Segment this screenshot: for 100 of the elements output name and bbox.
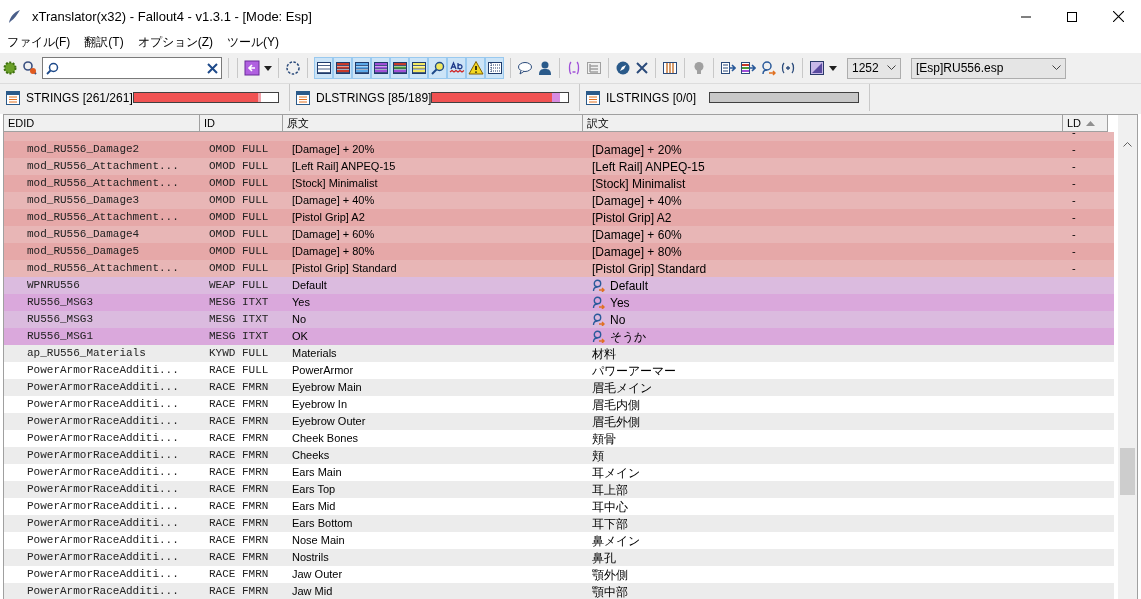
compass-icon[interactable] (615, 60, 631, 76)
table-row[interactable]: RU556_MSG3 MESG ITXT No No (4, 311, 1114, 328)
table-cell-text: 頬骨 (592, 430, 616, 448)
table-row[interactable]: mod_RU556_Attachment... OMOD FULL [Pistol Grip] Standard [Pistol Grip] Standard - (4, 260, 1114, 277)
user-search-icon[interactable] (760, 60, 776, 76)
filter-toggle-button[interactable] (409, 57, 428, 79)
column-header[interactable]: 訳文 (583, 115, 1063, 132)
table-row[interactable]: mod_RU556_Attachment... OMOD FULL [Pistol Grip] A2 [Pistol Grip] A2 - (4, 209, 1114, 226)
filter-toggle-button[interactable] (333, 57, 352, 79)
menu-item[interactable]: ツール(Y) (220, 33, 286, 51)
table-cell-text: Eyebrow Main (291, 380, 363, 396)
table-cell-text: PowerArmorRaceAdditi... (26, 465, 180, 481)
filter-toggle-button[interactable] (352, 57, 371, 79)
table-row[interactable]: RU556_MSG1 MESG ITXT OK そうか (4, 328, 1114, 345)
table-cell-text: mod_RU556_Attachment... (26, 210, 180, 226)
chart-icon[interactable] (809, 60, 825, 76)
maximize-icon[interactable] (1067, 11, 1077, 22)
table-cell-text: OMOD FULL (208, 244, 270, 260)
table-row[interactable]: - (4, 132, 1114, 141)
add-parenthesis-icon[interactable] (780, 60, 796, 76)
tab-label: ILSTRINGS [0/0] (606, 89, 697, 107)
scroll-up-icon[interactable] (1123, 141, 1132, 147)
table-row[interactable]: mod_RU556_Attachment... OMOD FULL [Left Rail] ANPEQ-15 [Left Rail] ANPEQ-15 - (4, 158, 1114, 175)
table-cell-text: Eyebrow Outer (291, 414, 367, 430)
plugin-dropdown[interactable]: [Esp]RU556.esp (911, 57, 1066, 79)
table-cell-text: Nose Main (291, 533, 346, 549)
gear-icon[interactable] (2, 60, 18, 76)
table-cell-text: RACE FMRN (208, 533, 270, 549)
table-row[interactable]: PowerArmorRaceAdditi... RACE FMRN Nostrils 鼻孔 (4, 549, 1114, 566)
column-header[interactable]: ID (200, 115, 283, 132)
caret-icon[interactable] (264, 65, 272, 71)
vertical-scrollbar[interactable] (1118, 115, 1137, 599)
filter-toggle-button[interactable] (390, 57, 409, 79)
table-cell-text: Ears Main (291, 465, 343, 481)
list-icon (353, 60, 370, 76)
table-row[interactable]: PowerArmorRaceAdditi... RACE FMRN Eyebrow Outer 眉毛外側 (4, 413, 1114, 430)
export-list-icon[interactable] (720, 60, 736, 76)
list-icon (334, 60, 351, 76)
search-field[interactable] (42, 57, 222, 79)
menu-item[interactable]: オプション(Z) (130, 33, 220, 51)
column-header[interactable]: EDID (4, 115, 200, 132)
close-icon[interactable] (1112, 11, 1124, 22)
dotted-list-icon (486, 60, 503, 76)
table-row[interactable]: PowerArmorRaceAdditi... RACE FMRN Cheeks 頬 (4, 447, 1114, 464)
filter-toggle-button[interactable] (485, 57, 504, 79)
search-settings-icon[interactable] (22, 60, 38, 76)
table-cell-text: RACE FMRN (208, 448, 270, 464)
table-row[interactable]: PowerArmorRaceAdditi... RACE FMRN Jaw Mid 顎中部 (4, 583, 1114, 599)
export-colored-list-icon[interactable] (740, 60, 756, 76)
column-header[interactable]: 原文 (283, 115, 583, 132)
table-row[interactable]: PowerArmorRaceAdditi... RACE FMRN Eyebrow Main 眉毛メイン (4, 379, 1114, 396)
table-cell-text: Default (610, 277, 649, 295)
table-row[interactable]: mod_RU556_Damage2 OMOD FULL [Damage] + 20% [Damage] + 20% - (4, 141, 1114, 158)
table-cell-text: KYWD FULL (208, 346, 270, 362)
clear-icon[interactable] (207, 62, 218, 74)
table-row[interactable]: PowerArmorRaceAdditi... RACE FMRN Ears Top 耳上部 (4, 481, 1114, 498)
table-row[interactable]: mod_RU556_Damage5 OMOD FULL [Damage] + 80% [Damage] + 80% - (4, 243, 1114, 260)
dashed-circle-icon[interactable] (285, 60, 301, 76)
table-cell-text: 顎外側 (592, 566, 628, 584)
table-row[interactable]: ap_RU556_Materials KYWD FULL Materials 材料 (4, 345, 1114, 362)
columns-icon[interactable] (662, 60, 678, 76)
table-row[interactable]: PowerArmorRaceAdditi... RACE FMRN Ears Bottom 耳下部 (4, 515, 1114, 532)
table-cell-text: OMOD FULL (208, 193, 270, 209)
filter-toggle-button[interactable] (428, 57, 447, 79)
table-cell-text: Cheek Bones (291, 431, 360, 447)
codepage-dropdown[interactable]: 1252 (847, 57, 901, 79)
table-cell-text: PowerArmorRaceAdditi... (26, 380, 180, 396)
table-icon (6, 90, 20, 105)
list-icon (372, 60, 389, 76)
user-arrow-icon (592, 296, 605, 309)
delete-icon[interactable] (635, 61, 649, 75)
menu-item[interactable]: ファイル(F) (0, 33, 78, 51)
person-icon[interactable] (537, 60, 553, 76)
table-cell-text: - (1071, 210, 1077, 226)
table-cell-text: PowerArmorRaceAdditi... (26, 533, 180, 549)
table-cell-text: RACE FMRN (208, 380, 270, 396)
filter-toggle-button[interactable] (447, 57, 466, 79)
column-header[interactable]: LD (1063, 115, 1108, 132)
caret-icon[interactable] (829, 65, 837, 71)
filter-toggle-button[interactable] (314, 57, 333, 79)
minimize-icon[interactable] (1021, 15, 1031, 18)
table-row[interactable]: WPNRU556 WEAP FULL Default Default (4, 277, 1114, 294)
table-cell-text: PowerArmorRaceAdditi... (26, 482, 180, 498)
table-cell-text: RU556_MSG3 (26, 312, 94, 328)
menu-item[interactable]: 翻訳(T) (77, 33, 131, 51)
table-cell-text: mod_RU556_Damage4 (26, 227, 141, 243)
scrollbar-thumb[interactable] (1120, 448, 1135, 495)
filter-toggle-button[interactable] (371, 57, 390, 79)
filter-toggle-button[interactable] (466, 57, 485, 79)
table-row[interactable]: RU556_MSG3 MESG ITXT Yes Yes (4, 294, 1114, 311)
table-row[interactable]: mod_RU556_Damage3 OMOD FULL [Damage] + 40% [Damage] + 40% - (4, 192, 1114, 209)
brackets-icon[interactable] (566, 60, 582, 76)
table-cell-text: mod_RU556_Damage3 (26, 193, 141, 209)
table-cell-text: パワーアーマー (592, 362, 676, 380)
search-icon (46, 61, 59, 75)
table-cell-text: 眉毛外側 (592, 413, 640, 431)
table-row[interactable]: mod_RU556_Damage4 OMOD FULL [Damage] + 60% [Damage] + 60% - (4, 226, 1114, 243)
table-row[interactable]: mod_RU556_Attachment... OMOD FULL [Stock] Minimalist [Stock] Minimalist - (4, 175, 1114, 192)
speech-bubble-icon[interactable] (517, 60, 533, 76)
table-cell-text: RACE FMRN (208, 584, 270, 599)
